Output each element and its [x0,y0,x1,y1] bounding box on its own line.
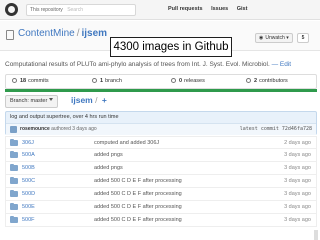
commit-message[interactable]: log and output supertree, over 4 hrs run… [10,114,119,120]
file-commit-message[interactable]: added 500 C D E F after processing [94,201,182,213]
contributors-count: 2 [254,78,258,84]
edit-description-link[interactable]: — Edit [272,61,292,68]
unwatch-button[interactable]: ◉ Unwatch ▾ [255,33,293,43]
file-age: 3 days ago [284,217,311,223]
file-commit-message[interactable]: added pngs [94,162,123,174]
repo-description: Computational results of PLUTo ami-phylo… [5,61,317,68]
history-icon [12,78,17,83]
file-navigation: Branch: master ijsem / + [5,95,317,109]
nav-issues[interactable]: Issues [211,6,228,12]
folder-icon [10,176,18,184]
folder-icon [10,215,18,223]
latest-commit-box: log and output supertree, over 4 hrs run… [5,111,317,135]
chevron-down-icon: ▾ [286,35,289,41]
search-placeholder: Search [67,7,84,13]
commit-authored-text: authored 3 days ago [51,126,97,132]
file-list: 306J computed and added 306J 2 days ago … [5,136,317,227]
file-commit-message[interactable]: added 500 C D E F after processing [94,214,182,226]
contributors-label: contributors [259,78,288,84]
language-bar[interactable] [5,89,317,92]
nav-gist[interactable]: Gist [237,6,248,12]
file-name-link[interactable]: 500C [22,175,35,187]
file-commit-message[interactable]: added 500 C D E F after processing [94,188,182,200]
folder-icon [10,163,18,171]
new-file-button[interactable]: + [102,95,107,105]
table-row[interactable]: 500C added 500 C D E F after processing … [5,175,317,188]
repo-numbers-summary: 18 commits 1 branch 0 releases 2 contributor… [5,74,317,89]
file-commit-message[interactable]: added 500 C D E F after processing [94,175,182,187]
file-age: 2 days ago [284,140,311,146]
releases-link[interactable]: 0 releases [171,75,205,88]
file-name-link[interactable]: 500E [22,201,35,213]
avatar[interactable] [10,126,17,133]
folder-icon [10,202,18,210]
repo-title: ContentMine / ijsem [18,28,107,39]
commits-link[interactable]: 18 commits [12,75,49,88]
file-age: 3 days ago [284,204,311,210]
scrollbar[interactable] [314,230,318,240]
top-navigation-bar: This repository Search Pull requests Iss… [0,0,320,20]
folder-icon [10,189,18,197]
file-name-link[interactable]: 500D [22,188,35,200]
commit-author-line: rosemounce authored 3 days ago [20,126,97,132]
file-name-link[interactable]: 306J [22,137,34,149]
file-age: 3 days ago [284,178,311,184]
breadcrumb-separator: / [95,95,98,105]
table-row[interactable]: 500E added 500 C D E F after processing … [5,201,317,214]
table-row[interactable]: 500A added pngs 3 days ago [5,149,317,162]
folder-icon [10,150,18,158]
repo-name-link[interactable]: ijsem [81,28,107,39]
branch-icon [92,78,97,83]
repo-title-separator: / [76,28,80,39]
repo-description-text: Computational results of PLUTo ami-phylo… [5,61,270,68]
branches-link[interactable]: 1 branch [92,75,122,88]
contributors-link[interactable]: 2 contributors [246,75,288,88]
file-name-link[interactable]: 500A [22,149,35,161]
file-name-link[interactable]: 500F [22,214,35,226]
file-age: 3 days ago [284,165,311,171]
file-age: 3 days ago [284,152,311,158]
nav-pull-requests[interactable]: Pull requests [168,6,203,12]
repo-owner-link[interactable]: ContentMine [18,28,75,39]
file-age: 3 days ago [284,191,311,197]
branches-count: 1 [100,78,104,84]
branch-select-label: Branch: master [10,98,48,104]
folder-icon [10,138,18,146]
file-commit-message[interactable]: computed and added 306J [94,137,159,149]
search-input[interactable]: This repository Search [26,4,136,16]
commits-label: commits [28,78,49,84]
breadcrumb: ijsem / + [71,95,107,105]
latest-commit-link[interactable]: latest commit 72d46fa728 [240,126,312,132]
table-row[interactable]: 500B added pngs 3 days ago [5,162,317,175]
watch-count[interactable]: 5 [297,33,309,43]
releases-count: 0 [179,78,183,84]
tag-icon [171,78,176,83]
chevron-down-icon [49,98,54,101]
repo-book-icon [6,30,14,40]
breadcrumb-repo-link[interactable]: ijsem [71,95,93,105]
table-row[interactable]: 500F added 500 C D E F after processing … [5,214,317,227]
header-nav: Pull requests Issues Gist [168,6,254,12]
table-row[interactable]: 306J computed and added 306J 2 days ago [5,136,317,149]
commit-author-link[interactable]: rosemounce [20,126,50,132]
search-scope-label: This repository [30,7,63,13]
people-icon [246,78,251,83]
eye-icon: ◉ [259,35,264,41]
unwatch-label: Unwatch [265,35,285,41]
table-row[interactable]: 500D added 500 C D E F after processing … [5,188,317,201]
commit-meta: rosemounce authored 3 days ago latest co… [6,123,316,135]
file-commit-message[interactable]: added pngs [94,149,123,161]
branch-select-button[interactable]: Branch: master [5,95,59,108]
github-logo-icon[interactable] [5,3,18,16]
file-name-link[interactable]: 500B [22,162,35,174]
commits-count: 18 [20,78,27,84]
releases-label: releases [184,78,205,84]
branches-label: branch [105,78,122,84]
annotation-overlay: 4300 images in Github [110,37,232,57]
